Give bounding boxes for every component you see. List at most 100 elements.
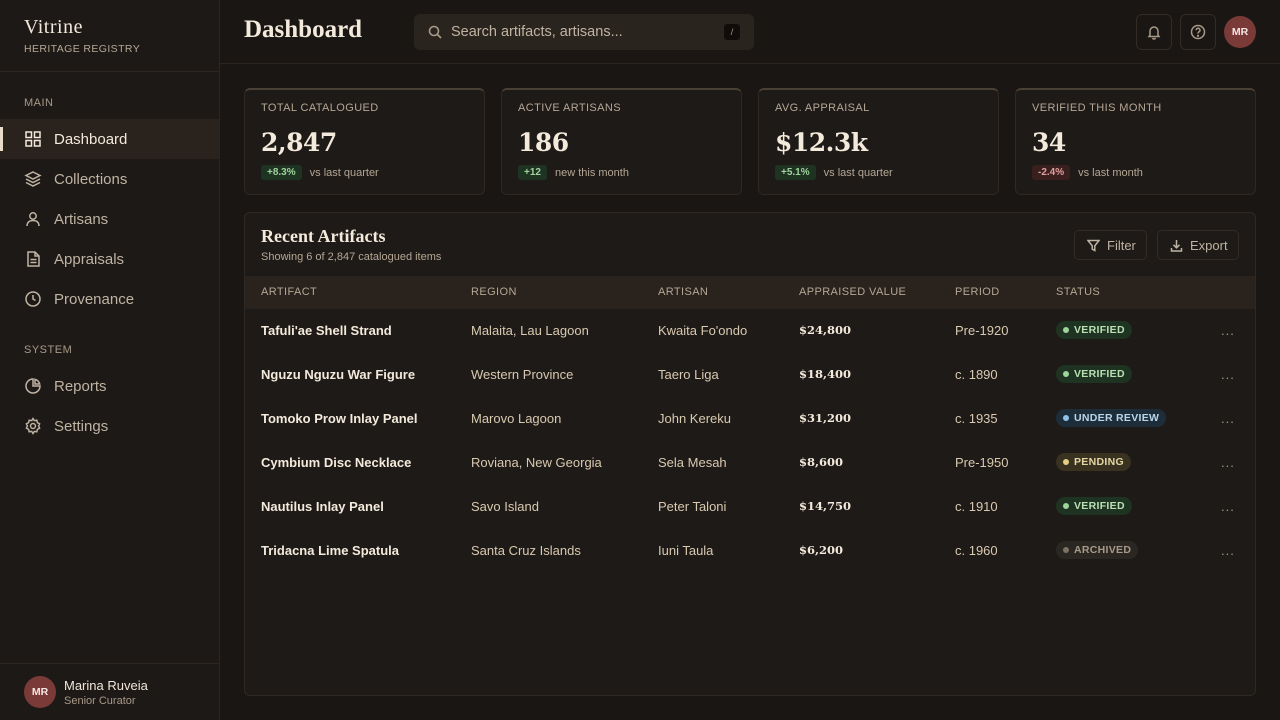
period: c. 1890	[955, 366, 998, 382]
stat-delta-badge: -2.4%	[1032, 165, 1071, 180]
status-label: VERIFIED	[1074, 324, 1125, 336]
stat-card-verified-this-month: VERIFIED THIS MONTH 34 -2.4% vs last mon…	[1015, 88, 1256, 195]
appraised-value: $18,400	[799, 367, 852, 381]
layers-icon	[24, 170, 42, 188]
region: Santa Cruz Islands	[471, 542, 581, 558]
table-row[interactable]: Tafuli'ae Shell Strand Malaita, Lau Lago…	[245, 308, 1255, 352]
filter-label: Filter	[1107, 237, 1136, 253]
search-shortcut-key: /	[724, 24, 740, 40]
download-icon	[1170, 239, 1190, 252]
sidebar-item-label: Artisans	[54, 210, 109, 228]
artifact-name: Tomoko Prow Inlay Panel	[261, 410, 418, 426]
row-actions-button[interactable]: ...	[1221, 368, 1235, 381]
period: c. 1910	[955, 498, 998, 514]
user-role: Senior Curator	[64, 694, 136, 707]
notifications-button[interactable]	[1136, 14, 1172, 50]
nav-section-main: MAIN	[24, 97, 54, 109]
sidebar-item-label: Appraisals	[54, 250, 125, 268]
search-icon	[428, 25, 442, 39]
sidebar-item-label: Reports	[54, 377, 107, 395]
recent-artifacts-card: Recent Artifacts Showing 6 of 2,847 cata…	[244, 212, 1256, 696]
artifact-name: Cymbium Disc Necklace	[261, 454, 412, 470]
region: Marovo Lagoon	[471, 410, 562, 426]
artisan-name: Sela Mesah	[658, 454, 727, 470]
stat-value: 2,847	[261, 128, 337, 157]
nav-section-system: SYSTEM	[24, 344, 73, 356]
column-header-artisan[interactable]: ARTISAN	[658, 286, 708, 298]
page-title: Dashboard	[244, 16, 363, 43]
column-header-region[interactable]: REGION	[471, 286, 517, 298]
status-label: VERIFIED	[1074, 368, 1125, 380]
stat-label: VERIFIED THIS MONTH	[1032, 102, 1162, 114]
table-subtitle: Showing 6 of 2,847 catalogued items	[261, 251, 442, 263]
stat-note: vs last quarter	[823, 166, 893, 179]
artifact-name: Tafuli'ae Shell Strand	[261, 322, 392, 338]
stat-card-active-artisans: ACTIVE ARTISANS 186 +12 new this month	[501, 88, 742, 195]
export-button[interactable]: Export	[1157, 230, 1239, 260]
filter-button[interactable]: Filter	[1074, 230, 1147, 260]
row-actions-button[interactable]: ...	[1221, 324, 1235, 337]
sidebar-item-reports[interactable]: Reports	[0, 366, 219, 406]
period: c. 1935	[955, 410, 998, 426]
region: Roviana, New Georgia	[471, 454, 602, 470]
sidebar: Vitrine HERITAGE REGISTRY MAIN Dashboard…	[0, 0, 220, 720]
brand-title: Vitrine	[24, 16, 83, 38]
stat-value: 186	[518, 128, 569, 157]
status-badge: UNDER REVIEW	[1056, 409, 1167, 427]
sidebar-item-label: Collections	[54, 170, 128, 188]
stat-delta-badge: +5.1%	[775, 165, 816, 180]
stat-label: ACTIVE ARTISANS	[518, 102, 621, 114]
avatar: MR	[24, 676, 56, 708]
stat-card-avg-appraisal: AVG. APPRAISAL $12.3k +5.1% vs last quar…	[758, 88, 999, 195]
region: Malaita, Lau Lagoon	[471, 322, 589, 338]
artifact-name: Nautilus Inlay Panel	[261, 498, 384, 514]
sidebar-item-appraisals[interactable]: Appraisals	[0, 239, 219, 279]
table-row[interactable]: Cymbium Disc Necklace Roviana, New Georg…	[245, 440, 1255, 484]
export-label: Export	[1190, 237, 1228, 253]
row-actions-button[interactable]: ...	[1221, 500, 1235, 513]
row-actions-button[interactable]: ...	[1221, 544, 1235, 557]
brand-subtitle: HERITAGE REGISTRY	[24, 43, 141, 55]
sidebar-item-settings[interactable]: Settings	[0, 406, 219, 446]
status-label: VERIFIED	[1074, 500, 1125, 512]
sidebar-item-provenance[interactable]: Provenance	[0, 279, 219, 319]
sidebar-item-collections[interactable]: Collections	[0, 159, 219, 199]
table-row[interactable]: Nguzu Nguzu War Figure Western Province …	[245, 352, 1255, 396]
user-avatar-button[interactable]: MR	[1224, 16, 1256, 48]
bell-icon	[1146, 24, 1162, 40]
artisan-name: Kwaita Fo'ondo	[658, 322, 748, 338]
sidebar-item-dashboard[interactable]: Dashboard	[0, 119, 219, 159]
appraised-value: $8,600	[799, 455, 844, 469]
sidebar-item-artisans[interactable]: Artisans	[0, 199, 219, 239]
search-box[interactable]: /	[414, 14, 754, 50]
status-badge: PENDING	[1056, 453, 1131, 471]
row-actions-button[interactable]: ...	[1221, 412, 1235, 425]
user-profile[interactable]: MR Marina Ruveia Senior Curator	[0, 663, 219, 720]
period: c. 1960	[955, 542, 998, 558]
table-row[interactable]: Nautilus Inlay Panel Savo Island Peter T…	[245, 484, 1255, 528]
stat-label: TOTAL CATALOGUED	[261, 102, 379, 114]
stat-note: vs last month	[1078, 166, 1143, 179]
artisan-name: Peter Taloni	[658, 498, 727, 514]
region: Savo Island	[471, 498, 539, 514]
table-row[interactable]: Tomoko Prow Inlay Panel Marovo Lagoon Jo…	[245, 396, 1255, 440]
status-badge: VERIFIED	[1056, 497, 1132, 515]
table-row[interactable]: Tridacna Lime Spatula Santa Cruz Islands…	[245, 528, 1255, 572]
stat-label: AVG. APPRAISAL	[775, 102, 870, 114]
table-header: ARTIFACT REGION ARTISAN APPRAISED VALUE …	[245, 276, 1255, 309]
help-icon	[1190, 24, 1206, 40]
column-header-status[interactable]: STATUS	[1056, 286, 1100, 298]
column-header-period[interactable]: PERIOD	[955, 286, 1000, 298]
status-label: PENDING	[1074, 456, 1124, 468]
column-header-artifact[interactable]: ARTIFACT	[261, 286, 317, 298]
status-badge: VERIFIED	[1056, 365, 1132, 383]
grid-icon	[24, 130, 42, 148]
search-input[interactable]	[451, 24, 711, 40]
clock-icon	[24, 290, 42, 308]
stat-note: new this month	[554, 166, 629, 179]
row-actions-button[interactable]: ...	[1221, 456, 1235, 469]
help-button[interactable]	[1180, 14, 1216, 50]
appraised-value: $6,200	[799, 543, 844, 557]
column-header-appraised-value[interactable]: APPRAISED VALUE	[799, 286, 906, 298]
gear-icon	[24, 417, 42, 435]
